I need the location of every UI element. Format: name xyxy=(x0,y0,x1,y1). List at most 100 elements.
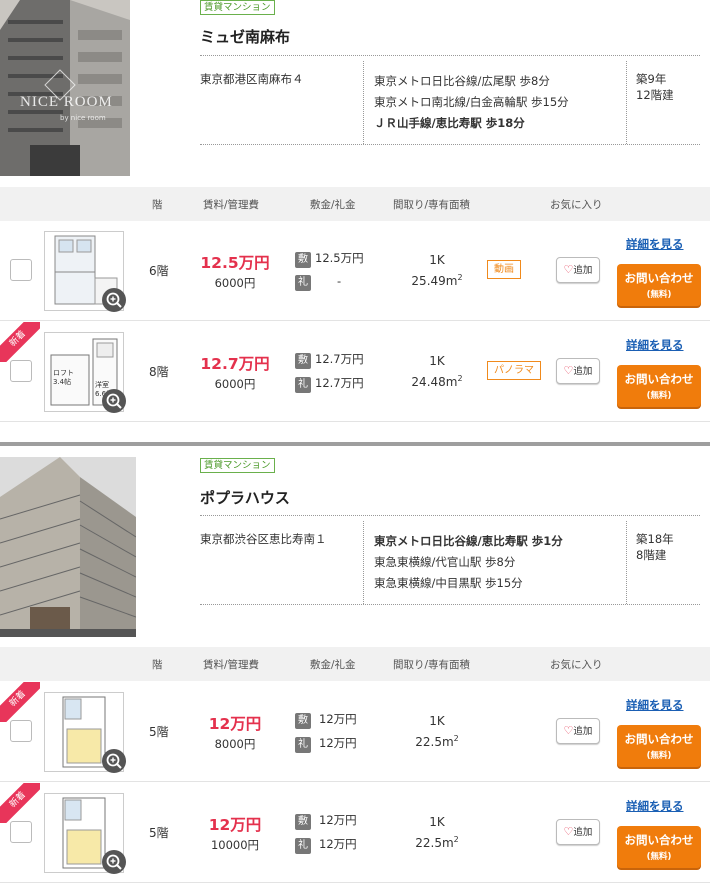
inquiry-button[interactable]: お問い合わせ (無料) xyxy=(617,826,701,868)
deposit-value: 12.7万円 xyxy=(315,352,364,366)
deposit-line: 敷 12.7万円 xyxy=(295,351,364,369)
detail-link[interactable]: 詳細を見る xyxy=(626,236,684,252)
shiki-tag: 敷 xyxy=(295,353,311,369)
favorite-add-button[interactable]: ♡追加 xyxy=(556,718,600,744)
header-rent: 賃料/管理費 xyxy=(203,659,260,671)
rei-tag: 礼 xyxy=(295,838,311,854)
access-line: ＪＲ山手線/恵比寿駅 歩18分 xyxy=(374,116,525,130)
zoom-icon[interactable] xyxy=(102,389,126,413)
key-money-value: - xyxy=(337,274,342,288)
station-access: 東京メトロ日比谷線/広尾駅 歩8分 東京メトロ南北線/白金高輪駅 歩15分 ＪＲ… xyxy=(374,71,569,134)
detail-link[interactable]: 詳細を見る xyxy=(626,798,684,814)
favorite-add-button[interactable]: ♡追加 xyxy=(556,358,600,384)
favorite-add-button[interactable]: ♡追加 xyxy=(556,819,600,845)
inquiry-button[interactable]: お問い合わせ (無料) xyxy=(617,725,701,767)
access-line: 東急東横線/中目黒駅 歩15分 xyxy=(374,576,523,590)
header-layout: 間取り/専有面積 xyxy=(393,659,471,671)
divider xyxy=(200,515,700,516)
divider xyxy=(200,604,700,605)
inquiry-button[interactable]: お問い合わせ (無料) xyxy=(617,264,701,306)
deposit-line: 敷 12万円 xyxy=(295,711,357,729)
building-photo[interactable]: NICE ROOM by nice room xyxy=(0,0,130,176)
favorite-label: 追加 xyxy=(573,827,593,838)
room-layout: 1K xyxy=(429,354,445,368)
favorite-add-button[interactable]: ♡追加 xyxy=(556,257,600,283)
age-text: 築9年 xyxy=(636,72,667,86)
favorite-label: 追加 xyxy=(573,726,593,737)
area-value: 25.49m xyxy=(411,274,458,288)
inquiry-label: お問い合わせ xyxy=(624,833,694,847)
favorite-label: 追加 xyxy=(573,366,593,377)
room-floor: 8階 xyxy=(149,365,169,379)
area-value: 22.5m xyxy=(415,735,454,749)
management-fee: 8000円 xyxy=(214,737,256,751)
key-money-line: 礼 12万円 xyxy=(295,836,357,854)
floor-plan-thumbnail[interactable]: ロフト 3.4帖 洋室 6.6帖 xyxy=(44,332,126,413)
building-address: 東京都港区南麻布４ xyxy=(200,72,304,86)
inquiry-button[interactable]: お問い合わせ (無料) xyxy=(617,365,701,407)
building-name[interactable]: ポプラハウス xyxy=(200,487,290,508)
inquiry-free-label: (無料) xyxy=(646,852,672,862)
zoom-icon[interactable] xyxy=(102,288,126,312)
room-area: 25.49m2 xyxy=(398,273,476,288)
management-fee: 10000円 xyxy=(210,838,260,852)
floor-plan-thumbnail[interactable] xyxy=(44,231,126,312)
header-favorite: お気に入り xyxy=(550,659,603,671)
table-header: 階 賃料/管理費 敷金/礼金 間取り/専有面積 お気に入り xyxy=(0,187,710,221)
room-checkbox[interactable] xyxy=(10,821,32,843)
area-unit: 2 xyxy=(457,374,463,383)
video-badge[interactable]: 動画 xyxy=(487,260,521,279)
key-money-line: 礼- xyxy=(295,274,341,291)
header-floor: 階 xyxy=(152,199,163,211)
shiki-tag: 敷 xyxy=(295,252,311,268)
floor-plan-thumbnail[interactable] xyxy=(44,692,126,773)
area-value: 24.48m xyxy=(411,375,458,389)
access-line: 東京メトロ南北線/白金高輪駅 歩15分 xyxy=(374,95,569,109)
plan-label: ロフト 3.4帖 xyxy=(53,369,74,386)
management-fee: 6000円 xyxy=(214,377,256,391)
new-ribbon: 新着 xyxy=(0,682,40,722)
divider xyxy=(200,144,700,145)
zoom-icon[interactable] xyxy=(102,749,126,773)
building-card: 賃貸マンション ポプラハウス 東京都渋谷区恵比寿南１ 東京メトロ日比谷線/恵比寿… xyxy=(0,457,710,886)
panorama-badge[interactable]: パノラマ xyxy=(487,361,541,380)
property-type-badge: 賃貸マンション xyxy=(200,458,275,473)
inquiry-label: お問い合わせ xyxy=(624,372,694,386)
rei-tag: 礼 xyxy=(295,737,311,753)
room-checkbox[interactable] xyxy=(10,360,32,382)
room-row: 新着 5階 12万円 8000円 敷 12万円 礼 12万円 1K 22.5m2 ♡… xyxy=(0,682,710,782)
detail-link[interactable]: 詳細を見る xyxy=(626,337,684,353)
management-fee: 6000円 xyxy=(214,276,256,290)
new-ribbon: 新着 xyxy=(0,783,40,823)
age-text: 築18年 xyxy=(636,532,674,546)
zoom-icon[interactable] xyxy=(102,850,126,874)
detail-link[interactable]: 詳細を見る xyxy=(626,697,684,713)
divider xyxy=(626,521,627,604)
floors-text: 8階建 xyxy=(636,548,667,562)
heart-icon: ♡ xyxy=(563,724,574,737)
room-row: 新着 ロフト 3.4帖 洋室 6.6帖 8階 12.7万円 6000円 敷 12.… xyxy=(0,322,710,422)
key-money-value: 12.7万円 xyxy=(315,376,364,390)
rei-tag: 礼 xyxy=(295,377,311,393)
inquiry-free-label: (無料) xyxy=(646,290,672,300)
room-row: 6階 12.5万円 6000円 敷 12.5万円 礼- 1K 25.49m2 動画… xyxy=(0,221,710,321)
divider xyxy=(626,61,627,144)
section-divider xyxy=(0,442,710,446)
room-checkbox[interactable] xyxy=(10,259,32,281)
rent-price: 12万円 xyxy=(208,816,262,834)
access-line: 東京メトロ日比谷線/広尾駅 歩8分 xyxy=(374,74,550,88)
heart-icon: ♡ xyxy=(563,364,574,377)
building-age: 築9年 12階建 xyxy=(636,71,674,103)
area-value: 22.5m xyxy=(415,836,454,850)
header-rent: 賃料/管理費 xyxy=(203,199,260,211)
building-photo[interactable] xyxy=(0,457,136,637)
header-layout: 間取り/専有面積 xyxy=(393,199,471,211)
floor-plan-thumbnail[interactable] xyxy=(44,793,126,874)
new-ribbon: 新着 xyxy=(0,322,40,362)
building-address: 東京都渋谷区恵比寿南１ xyxy=(200,532,327,546)
area-unit: 2 xyxy=(457,273,463,282)
building-name[interactable]: ミュゼ南麻布 xyxy=(200,26,290,47)
room-checkbox[interactable] xyxy=(10,720,32,742)
key-money-line: 礼 12.7万円 xyxy=(295,375,364,393)
deposit-line: 敷 12万円 xyxy=(295,812,357,830)
